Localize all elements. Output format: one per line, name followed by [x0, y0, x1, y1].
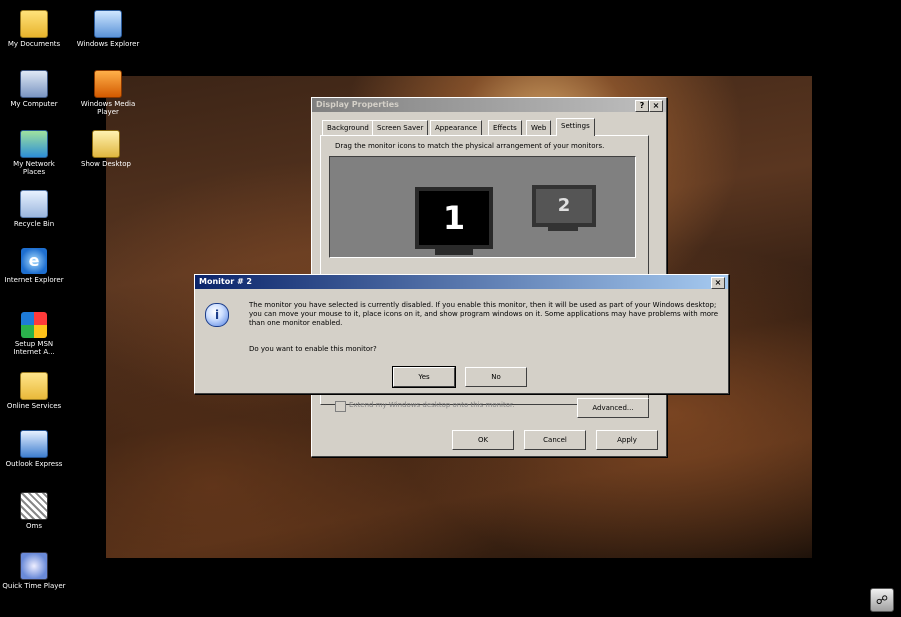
tab-background[interactable]: Background	[322, 120, 374, 135]
desktop-icon-label: My Network Places	[13, 160, 55, 176]
monitor-2-dialog: Monitor # 2 × i The monitor you have sel…	[194, 274, 729, 394]
desktop-icon-label: Oms	[26, 522, 42, 530]
display-settings-tray-icon[interactable]: ☍	[870, 588, 894, 612]
tab-web[interactable]: Web	[526, 120, 552, 135]
desktop-icon-outlook-express[interactable]: Outlook Express	[2, 430, 66, 468]
dialog-close-button[interactable]: ×	[711, 277, 725, 289]
desktop-icon-label: Windows Media Player	[80, 100, 136, 116]
no-button[interactable]: No	[465, 367, 527, 387]
cancel-button[interactable]: Cancel	[524, 430, 586, 450]
desktop-icon-setup-msn[interactable]: Setup MSN Internet A...	[2, 312, 66, 356]
outlook-icon	[20, 430, 48, 458]
desktop-icon-label: Quick Time Player	[2, 582, 66, 590]
explorer-icon	[94, 10, 122, 38]
monitor-dialog-titlebar[interactable]: Monitor # 2 ×	[195, 275, 728, 289]
help-button[interactable]: ?	[635, 100, 649, 112]
desktop-icon-label: Online Services	[6, 402, 62, 410]
desktop-icon-online-services[interactable]: Online Services	[2, 372, 66, 410]
desktop-icon-label: Outlook Express	[5, 460, 63, 468]
close-button[interactable]: ×	[649, 100, 663, 112]
internet-explorer-icon: e	[21, 248, 47, 274]
dialog-title: Monitor # 2	[199, 277, 252, 286]
desktop-icon-show-desktop[interactable]: Show Desktop	[74, 130, 138, 168]
extend-desktop-checkbox[interactable]	[335, 401, 346, 412]
desktop-icon-windows-media-player[interactable]: Windows Media Player	[76, 70, 140, 116]
msn-icon	[21, 312, 47, 338]
desktop-icon-my-documents[interactable]: My Documents	[2, 10, 66, 48]
oms-icon	[20, 492, 48, 520]
window-title: Display Properties	[316, 100, 399, 109]
ok-button[interactable]: OK	[452, 430, 514, 450]
desktop-icon-label: Recycle Bin	[13, 220, 55, 228]
apply-button[interactable]: Apply	[596, 430, 658, 450]
desktop-icon-label: Show Desktop	[81, 160, 131, 168]
folder-icon	[20, 10, 48, 38]
monitor-2-stand	[548, 227, 578, 231]
monitor-2[interactable]: 2	[532, 185, 596, 227]
desktop-icon-quicktime-player[interactable]: Quick Time Player	[2, 552, 66, 590]
desktop-icon-oms[interactable]: Oms	[2, 492, 66, 530]
desktop-icon-my-network-places[interactable]: My Network Places	[2, 130, 66, 176]
media-player-icon	[94, 70, 122, 98]
monitor-arrangement-area: 1 2	[329, 156, 636, 258]
desktop-icon-internet-explorer[interactable]: e Internet Explorer	[2, 248, 66, 284]
monitor-1-stand	[435, 249, 473, 255]
information-icon: i	[205, 303, 229, 327]
dialog-message: The monitor you have selected is current…	[249, 301, 719, 327]
desktop-icon-label: Setup MSN Internet A...	[13, 340, 55, 356]
desktop-icon-my-computer[interactable]: My Computer	[2, 70, 66, 108]
desktop-icon-recycle-bin[interactable]: Recycle Bin	[2, 190, 66, 228]
instruction-text: Drag the monitor icons to match the phys…	[335, 142, 605, 150]
desktop-icon-label: Windows Explorer	[76, 40, 140, 48]
network-icon	[20, 130, 48, 158]
tab-screen-saver[interactable]: Screen Saver	[372, 120, 429, 135]
dialog-question: Do you want to enable this monitor?	[249, 345, 377, 353]
tab-settings[interactable]: Settings	[556, 118, 595, 136]
desktop-icon-windows-explorer[interactable]: Windows Explorer	[76, 10, 140, 48]
computer-icon	[20, 70, 48, 98]
extend-desktop-label: Extend my Windows desktop onto this moni…	[349, 401, 515, 409]
display-properties-titlebar[interactable]: Display Properties ? ×	[312, 98, 666, 112]
recycle-bin-icon	[20, 190, 48, 218]
desktop-icon-label: My Documents	[7, 40, 61, 48]
advanced-button[interactable]: Advanced...	[577, 398, 649, 418]
show-desktop-icon	[92, 130, 120, 158]
tab-effects[interactable]: Effects	[488, 120, 522, 135]
desktop-icon-label: Internet Explorer	[4, 276, 64, 284]
quicktime-icon	[20, 552, 48, 580]
folder-icon	[20, 372, 48, 400]
tab-appearance[interactable]: Appearance	[430, 120, 483, 135]
monitor-1[interactable]: 1	[415, 187, 493, 249]
yes-button[interactable]: Yes	[392, 366, 456, 388]
desktop-icon-label: My Computer	[10, 100, 58, 108]
